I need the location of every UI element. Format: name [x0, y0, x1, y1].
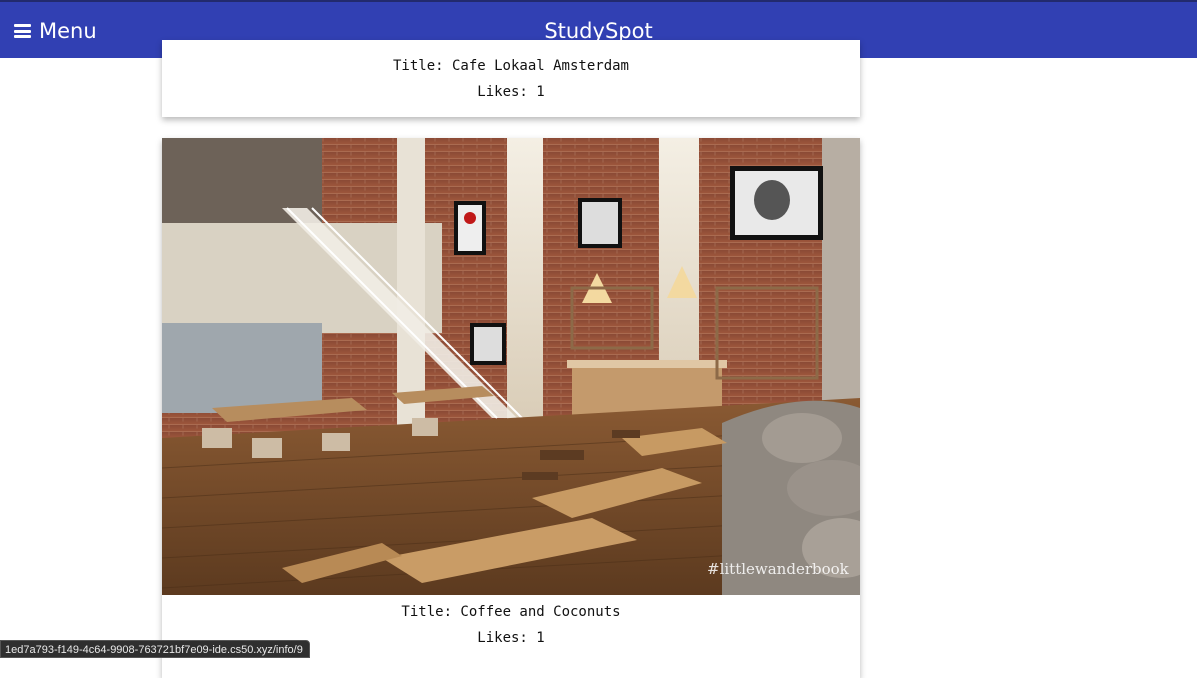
- browser-status-url: 1ed7a793-f149-4c64-9908-763721bf7e09-ide…: [0, 640, 310, 658]
- photo-watermark: #littlewanderbook: [707, 560, 850, 578]
- post-title: Title: Coffee and Coconuts: [401, 604, 621, 620]
- post-card: #littlewanderbook Title: Coffee and Coco…: [162, 138, 860, 678]
- post-card: Title: Cafe Lokaal Amsterdam Likes: 1: [162, 40, 860, 117]
- cafe-photo[interactable]: #littlewanderbook: [162, 138, 860, 595]
- post-likes: Likes: 1: [477, 84, 545, 100]
- post-title: Title: Cafe Lokaal Amsterdam: [392, 58, 629, 74]
